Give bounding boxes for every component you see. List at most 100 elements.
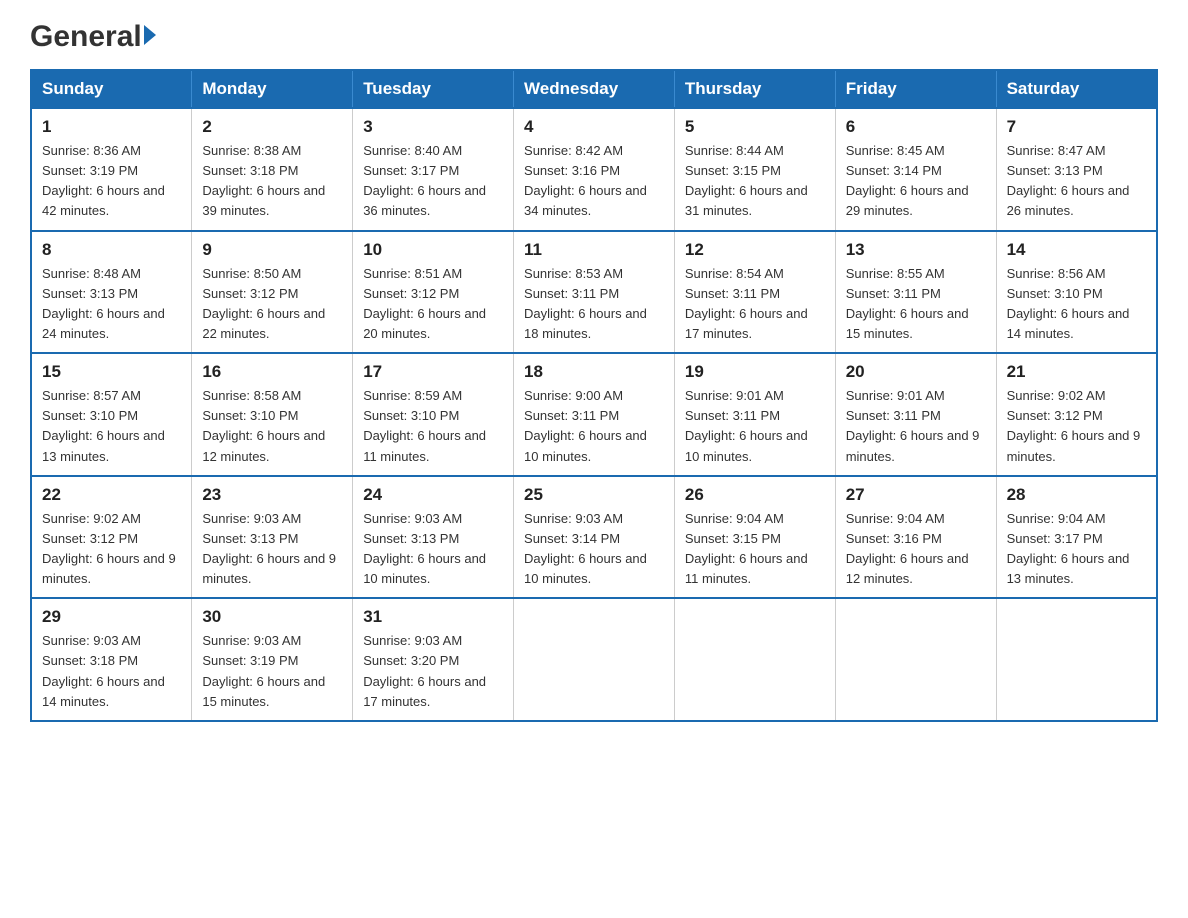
calendar-cell: 1 Sunrise: 8:36 AMSunset: 3:19 PMDaylight… — [31, 108, 192, 231]
day-headers-row: SundayMondayTuesdayWednesdayThursdayFrid… — [31, 70, 1157, 108]
day-info: Sunrise: 8:54 AMSunset: 3:11 PMDaylight:… — [685, 264, 825, 345]
day-number: 31 — [363, 607, 503, 627]
day-number: 1 — [42, 117, 181, 137]
day-number: 8 — [42, 240, 181, 260]
day-info: Sunrise: 9:00 AMSunset: 3:11 PMDaylight:… — [524, 386, 664, 467]
day-number: 24 — [363, 485, 503, 505]
calendar-cell: 7Sunrise: 8:47 AMSunset: 3:13 PMDaylight… — [996, 108, 1157, 231]
day-info: Sunrise: 8:51 AMSunset: 3:12 PMDaylight:… — [363, 264, 503, 345]
day-number: 20 — [846, 362, 986, 382]
calendar-cell: 8Sunrise: 8:48 AMSunset: 3:13 PMDaylight… — [31, 231, 192, 354]
day-info: Sunrise: 8:45 AMSunset: 3:14 PMDaylight:… — [846, 141, 986, 222]
calendar-cell: 19 Sunrise: 9:01 AMSunset: 3:11 PMDayligh… — [674, 353, 835, 476]
calendar-cell: 2 Sunrise: 8:38 AMSunset: 3:18 PMDaylight… — [192, 108, 353, 231]
day-info: Sunrise: 9:03 AMSunset: 3:14 PMDaylight:… — [524, 509, 664, 590]
day-header-tuesday: Tuesday — [353, 70, 514, 108]
calendar-cell — [514, 598, 675, 721]
calendar-cell: 11 Sunrise: 8:53 AMSunset: 3:11 PMDayligh… — [514, 231, 675, 354]
day-number: 7 — [1007, 117, 1146, 137]
calendar-cell: 16 Sunrise: 8:58 AMSunset: 3:10 PMDayligh… — [192, 353, 353, 476]
calendar-cell: 14Sunrise: 8:56 AMSunset: 3:10 PMDayligh… — [996, 231, 1157, 354]
day-info: Sunrise: 8:38 AMSunset: 3:18 PMDaylight:… — [202, 141, 342, 222]
calendar-cell: 24 Sunrise: 9:03 AMSunset: 3:13 PMDayligh… — [353, 476, 514, 599]
day-info: Sunrise: 9:04 AMSunset: 3:15 PMDaylight:… — [685, 509, 825, 590]
calendar-cell: 9Sunrise: 8:50 AMSunset: 3:12 PMDaylight… — [192, 231, 353, 354]
day-header-saturday: Saturday — [996, 70, 1157, 108]
day-number: 11 — [524, 240, 664, 260]
day-info: Sunrise: 9:03 AMSunset: 3:18 PMDaylight:… — [42, 631, 181, 712]
day-number: 27 — [846, 485, 986, 505]
calendar-cell: 3 Sunrise: 8:40 AMSunset: 3:17 PMDaylight… — [353, 108, 514, 231]
calendar-cell — [996, 598, 1157, 721]
day-number: 16 — [202, 362, 342, 382]
day-number: 26 — [685, 485, 825, 505]
calendar-table: SundayMondayTuesdayWednesdayThursdayFrid… — [30, 69, 1158, 722]
day-info: Sunrise: 8:56 AMSunset: 3:10 PMDaylight:… — [1007, 264, 1146, 345]
day-number: 30 — [202, 607, 342, 627]
calendar-body: 1 Sunrise: 8:36 AMSunset: 3:19 PMDaylight… — [31, 108, 1157, 721]
logo: General — [30, 20, 156, 49]
day-number: 15 — [42, 362, 181, 382]
calendar-cell: 23 Sunrise: 9:03 AMSunset: 3:13 PMDayligh… — [192, 476, 353, 599]
calendar-week-2: 8Sunrise: 8:48 AMSunset: 3:13 PMDaylight… — [31, 231, 1157, 354]
calendar-cell: 4Sunrise: 8:42 AMSunset: 3:16 PMDaylight… — [514, 108, 675, 231]
day-header-sunday: Sunday — [31, 70, 192, 108]
logo-general-text: General — [30, 20, 142, 54]
day-info: Sunrise: 9:03 AMSunset: 3:13 PMDaylight:… — [363, 509, 503, 590]
day-number: 23 — [202, 485, 342, 505]
day-number: 29 — [42, 607, 181, 627]
day-info: Sunrise: 9:04 AMSunset: 3:17 PMDaylight:… — [1007, 509, 1146, 590]
calendar-cell: 18 Sunrise: 9:00 AMSunset: 3:11 PMDayligh… — [514, 353, 675, 476]
logo-arrow-icon — [144, 25, 156, 45]
calendar-week-1: 1 Sunrise: 8:36 AMSunset: 3:19 PMDaylight… — [31, 108, 1157, 231]
day-number: 22 — [42, 485, 181, 505]
day-header-wednesday: Wednesday — [514, 70, 675, 108]
day-info: Sunrise: 8:36 AMSunset: 3:19 PMDaylight:… — [42, 141, 181, 222]
calendar-cell: 30 Sunrise: 9:03 AMSunset: 3:19 PMDayligh… — [192, 598, 353, 721]
day-info: Sunrise: 9:01 AMSunset: 3:11 PMDaylight:… — [846, 386, 986, 467]
calendar-cell: 6 Sunrise: 8:45 AMSunset: 3:14 PMDaylight… — [835, 108, 996, 231]
calendar-week-4: 22 Sunrise: 9:02 AMSunset: 3:12 PMDayligh… — [31, 476, 1157, 599]
day-info: Sunrise: 9:03 AMSunset: 3:19 PMDaylight:… — [202, 631, 342, 712]
day-info: Sunrise: 8:42 AMSunset: 3:16 PMDaylight:… — [524, 141, 664, 222]
calendar-cell: 29 Sunrise: 9:03 AMSunset: 3:18 PMDayligh… — [31, 598, 192, 721]
day-info: Sunrise: 8:53 AMSunset: 3:11 PMDaylight:… — [524, 264, 664, 345]
day-info: Sunrise: 8:44 AMSunset: 3:15 PMDaylight:… — [685, 141, 825, 222]
day-number: 18 — [524, 362, 664, 382]
day-info: Sunrise: 8:40 AMSunset: 3:17 PMDaylight:… — [363, 141, 503, 222]
day-number: 28 — [1007, 485, 1146, 505]
day-info: Sunrise: 8:59 AMSunset: 3:10 PMDaylight:… — [363, 386, 503, 467]
calendar-cell: 17Sunrise: 8:59 AMSunset: 3:10 PMDayligh… — [353, 353, 514, 476]
day-number: 25 — [524, 485, 664, 505]
calendar-cell: 5Sunrise: 8:44 AMSunset: 3:15 PMDaylight… — [674, 108, 835, 231]
page-header: General — [30, 20, 1158, 49]
day-info: Sunrise: 9:04 AMSunset: 3:16 PMDaylight:… — [846, 509, 986, 590]
calendar-cell: 27 Sunrise: 9:04 AMSunset: 3:16 PMDayligh… — [835, 476, 996, 599]
day-info: Sunrise: 9:01 AMSunset: 3:11 PMDaylight:… — [685, 386, 825, 467]
day-info: Sunrise: 9:03 AMSunset: 3:20 PMDaylight:… — [363, 631, 503, 712]
day-number: 9 — [202, 240, 342, 260]
calendar-cell: 31 Sunrise: 9:03 AMSunset: 3:20 PMDayligh… — [353, 598, 514, 721]
day-number: 12 — [685, 240, 825, 260]
calendar-cell: 22 Sunrise: 9:02 AMSunset: 3:12 PMDayligh… — [31, 476, 192, 599]
day-number: 21 — [1007, 362, 1146, 382]
day-number: 6 — [846, 117, 986, 137]
day-info: Sunrise: 8:55 AMSunset: 3:11 PMDaylight:… — [846, 264, 986, 345]
calendar-cell: 13 Sunrise: 8:55 AMSunset: 3:11 PMDayligh… — [835, 231, 996, 354]
day-number: 10 — [363, 240, 503, 260]
day-header-thursday: Thursday — [674, 70, 835, 108]
day-number: 2 — [202, 117, 342, 137]
calendar-cell: 20 Sunrise: 9:01 AMSunset: 3:11 PMDayligh… — [835, 353, 996, 476]
calendar-cell: 28 Sunrise: 9:04 AMSunset: 3:17 PMDayligh… — [996, 476, 1157, 599]
day-info: Sunrise: 8:57 AMSunset: 3:10 PMDaylight:… — [42, 386, 181, 467]
day-number: 13 — [846, 240, 986, 260]
day-info: Sunrise: 9:02 AMSunset: 3:12 PMDaylight:… — [42, 509, 181, 590]
calendar-cell: 26 Sunrise: 9:04 AMSunset: 3:15 PMDayligh… — [674, 476, 835, 599]
calendar-cell: 10 Sunrise: 8:51 AMSunset: 3:12 PMDayligh… — [353, 231, 514, 354]
calendar-cell: 21Sunrise: 9:02 AMSunset: 3:12 PMDayligh… — [996, 353, 1157, 476]
day-number: 3 — [363, 117, 503, 137]
day-number: 19 — [685, 362, 825, 382]
day-info: Sunrise: 8:58 AMSunset: 3:10 PMDaylight:… — [202, 386, 342, 467]
day-info: Sunrise: 9:03 AMSunset: 3:13 PMDaylight:… — [202, 509, 342, 590]
calendar-week-5: 29 Sunrise: 9:03 AMSunset: 3:18 PMDayligh… — [31, 598, 1157, 721]
